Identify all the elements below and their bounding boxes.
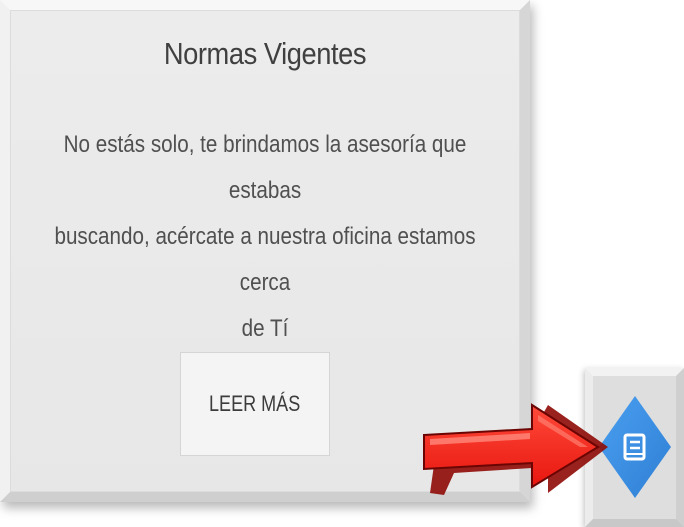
card-description-line: de Tí: [241, 315, 289, 342]
card-title: Normas Vigentes: [163, 36, 367, 71]
right-arrow-icon: [423, 403, 608, 495]
card-description-line: buscando, acércate a nuestra oficina est…: [54, 223, 476, 296]
screenshot-stage: Normas Vigentes No estás solo, te brinda…: [0, 0, 684, 527]
read-more-label: LEER MÁS: [209, 391, 301, 416]
card-description: No estás solo, te brindamos la asesoría …: [37, 122, 493, 352]
card-description-line: No estás solo, te brindamos la asesoría …: [63, 131, 467, 204]
read-more-button[interactable]: LEER MÁS: [180, 352, 330, 456]
